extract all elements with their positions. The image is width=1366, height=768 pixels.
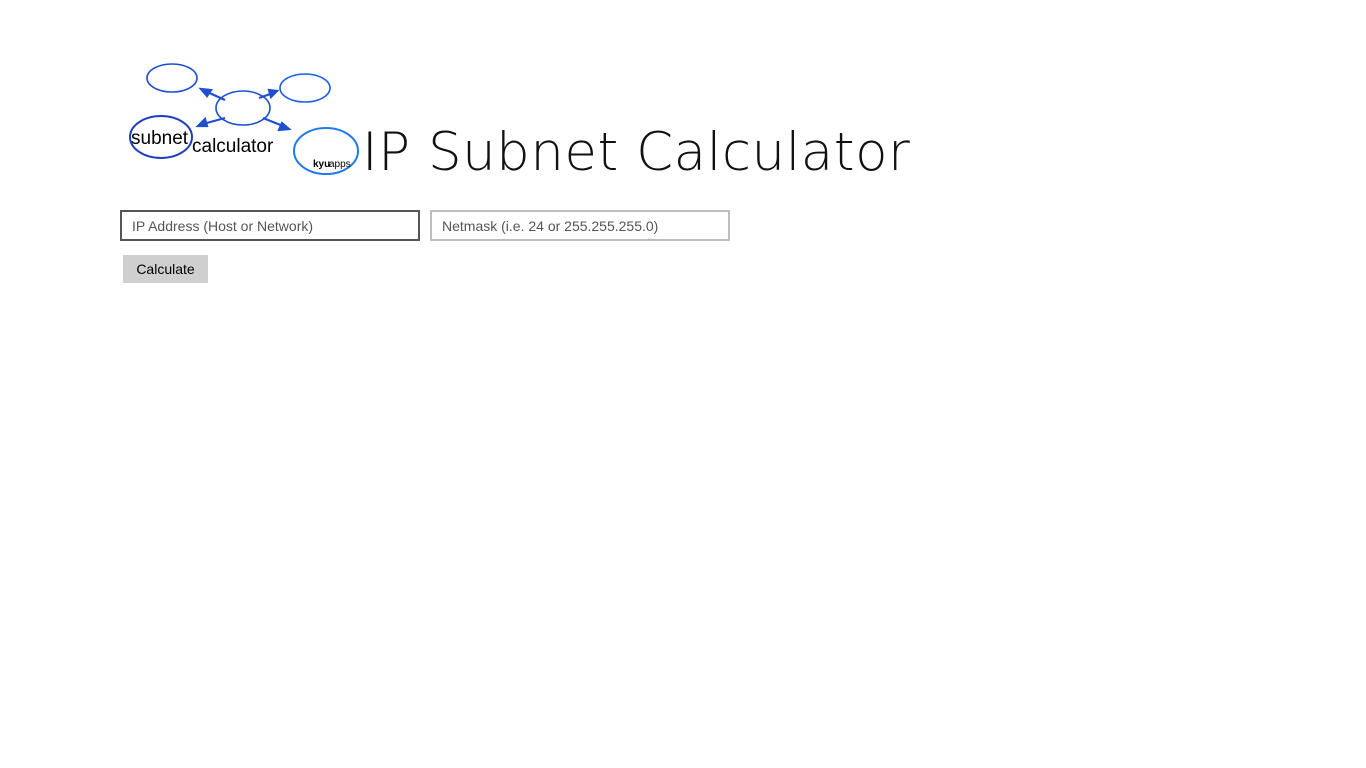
netmask-input[interactable] [430, 210, 730, 241]
logo-brand-kyu: kyu [313, 159, 330, 170]
calculate-button[interactable]: Calculate [123, 255, 208, 283]
logo-word-subnet: subnet [131, 128, 189, 149]
app-logo: subnet calculator kyu apps [125, 60, 365, 182]
subnet-network-diagram-icon: subnet calculator kyu apps [129, 63, 359, 175]
app-window: subnet calculator kyu apps IP Subnet Cal… [0, 0, 1366, 768]
logo-word-calculator: calculator [192, 136, 274, 157]
ip-address-input[interactable] [120, 210, 420, 241]
page-title: IP Subnet Calculator [362, 122, 911, 183]
logo-brand-apps: apps [329, 159, 351, 170]
